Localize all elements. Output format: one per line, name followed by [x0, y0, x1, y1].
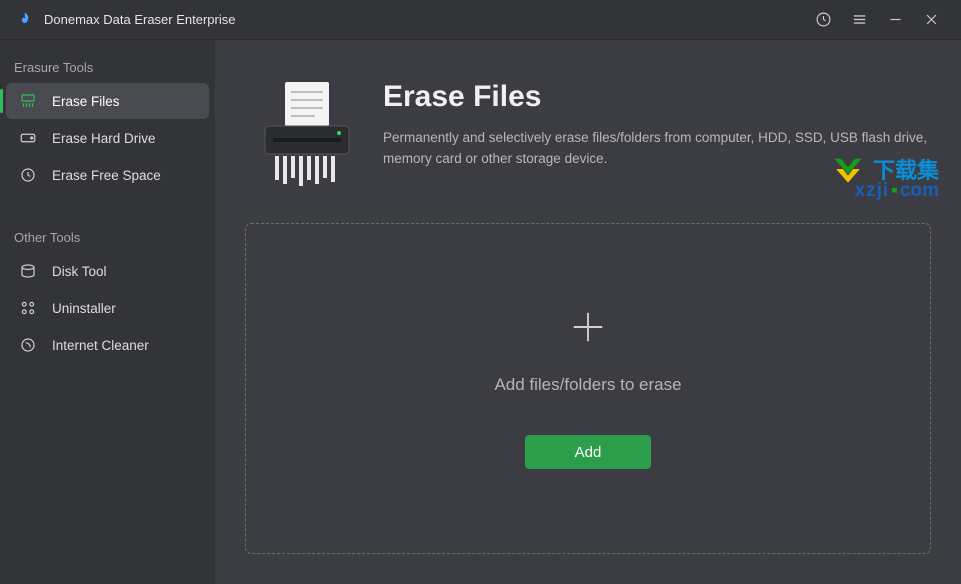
- sidebar-item-label: Uninstaller: [52, 301, 116, 316]
- history-button[interactable]: [805, 2, 841, 38]
- sidebar-item-erase-files[interactable]: Erase Files: [6, 83, 209, 119]
- app-title: Donemax Data Eraser Enterprise: [44, 12, 235, 27]
- close-button[interactable]: [913, 2, 949, 38]
- add-button[interactable]: Add: [525, 435, 651, 469]
- section-label-erasure: Erasure Tools: [0, 54, 215, 83]
- content-area: Erase Files Permanently and selectively …: [215, 40, 961, 584]
- sidebar-item-label: Erase Free Space: [52, 168, 161, 183]
- sidebar: Erasure Tools Erase Files Erase Hard Dri…: [0, 40, 215, 584]
- sidebar-item-uninstaller[interactable]: Uninstaller: [6, 290, 209, 326]
- sidebar-item-erase-free-space[interactable]: Erase Free Space: [6, 157, 209, 193]
- sweep-icon: [18, 335, 38, 355]
- dropzone[interactable]: Add files/folders to erase Add: [245, 223, 931, 554]
- apps-icon: [18, 298, 38, 318]
- sidebar-item-internet-cleaner[interactable]: Internet Cleaner: [6, 327, 209, 363]
- sidebar-item-disk-tool[interactable]: Disk Tool: [6, 253, 209, 289]
- sidebar-item-erase-hard-drive[interactable]: Erase Hard Drive: [6, 120, 209, 156]
- sidebar-item-label: Erase Files: [52, 94, 120, 109]
- clock-icon: [18, 165, 38, 185]
- hdd-icon: [18, 128, 38, 148]
- disk-icon: [18, 261, 38, 281]
- sidebar-item-label: Disk Tool: [52, 264, 107, 279]
- dropzone-label: Add files/folders to erase: [494, 375, 681, 395]
- page-description: Permanently and selectively erase files/…: [383, 128, 931, 170]
- shredder-illustration-icon: [259, 80, 355, 195]
- menu-button[interactable]: [841, 2, 877, 38]
- shredder-icon: [18, 91, 38, 111]
- plus-icon: [569, 308, 607, 351]
- minimize-button[interactable]: [877, 2, 913, 38]
- hero-section: Erase Files Permanently and selectively …: [245, 80, 931, 195]
- titlebar: Donemax Data Eraser Enterprise: [0, 0, 961, 40]
- sidebar-item-label: Internet Cleaner: [52, 338, 149, 353]
- app-logo-icon: [16, 11, 34, 29]
- add-button-label: Add: [575, 444, 602, 461]
- section-label-other: Other Tools: [0, 224, 215, 253]
- sidebar-item-label: Erase Hard Drive: [52, 131, 156, 146]
- page-title: Erase Files: [383, 80, 931, 114]
